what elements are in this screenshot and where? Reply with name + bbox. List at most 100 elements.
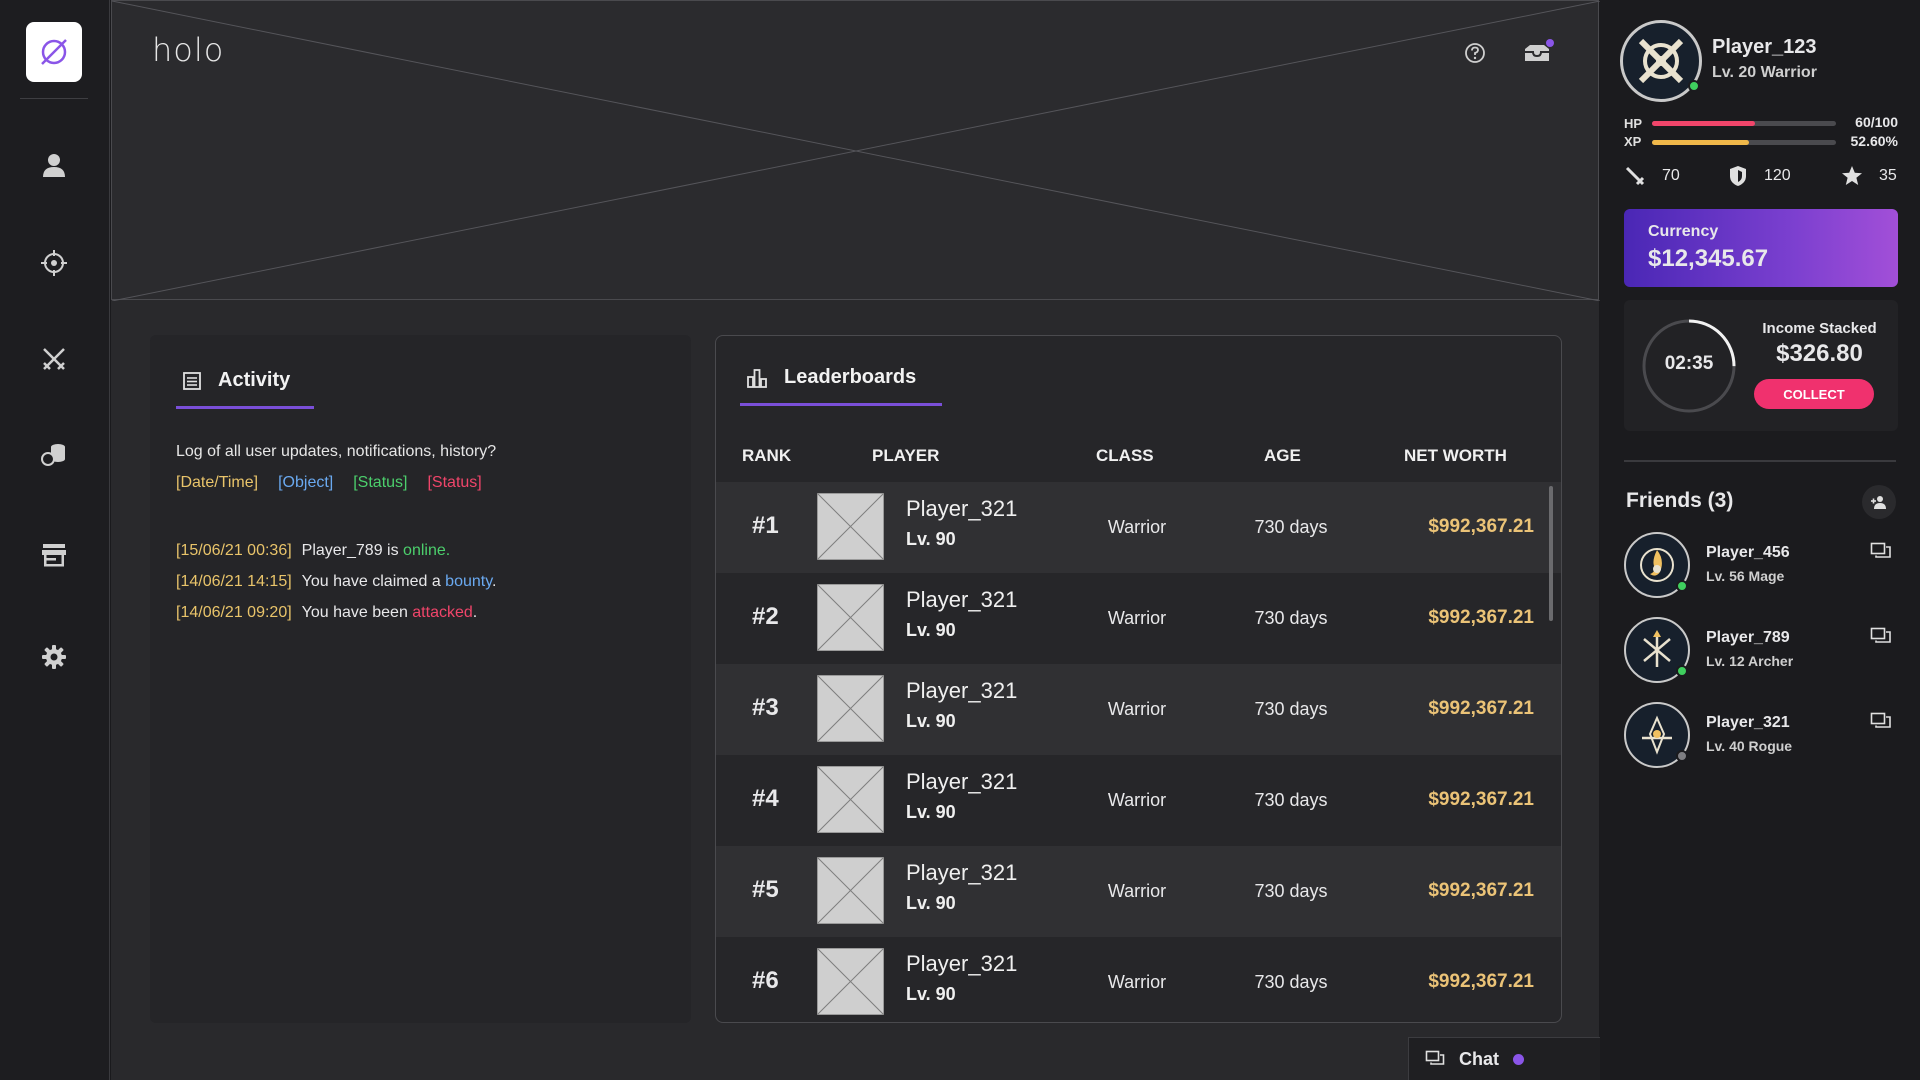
xp-label: XP	[1624, 134, 1642, 149]
inbox-icon[interactable]	[1522, 39, 1554, 67]
activity-description: Log of all user updates, notifications, …	[176, 443, 497, 460]
log-date: [14/06/21 09:20]	[176, 604, 292, 621]
crosshair-icon	[41, 250, 67, 276]
sidebar-divider	[1624, 460, 1896, 462]
log-object-link[interactable]: bounty	[445, 573, 492, 590]
table-row[interactable]: #4 Player_321 Lv. 90 Warrior 730 days $9…	[716, 755, 1561, 846]
tab-activity-label: Activity	[218, 369, 291, 391]
row-rank: #2	[752, 603, 779, 630]
table-row[interactable]: #2 Player_321 Lv. 90 Warrior 730 days $9…	[716, 573, 1561, 664]
log-date: [14/06/21 14:15]	[176, 573, 292, 590]
col-player[interactable]: PLAYER	[872, 446, 939, 466]
crossed-swords-icon	[43, 348, 65, 370]
tab-leaderboards[interactable]: Leaderboards	[740, 366, 942, 406]
log-entry: [14/06/21 14:15] You have claimed a boun…	[176, 573, 496, 604]
friend-name: Player_456	[1706, 544, 1790, 561]
income-label: Income Stacked	[1762, 320, 1877, 337]
row-player-name: Player_321	[906, 496, 1018, 521]
leaderboard-rows: #1 Player_321 Lv. 90 Warrior 730 days $9…	[716, 482, 1561, 1022]
defense-value: 120	[1764, 167, 1791, 184]
col-class[interactable]: CLASS	[1096, 446, 1154, 466]
table-row[interactable]: #1 Player_321 Lv. 90 Warrior 730 days $9…	[716, 482, 1561, 573]
brand-wordmark: holo	[152, 31, 225, 69]
row-player-level: Lv. 90	[906, 529, 956, 549]
table-row[interactable]: #3 Player_321 Lv. 90 Warrior 730 days $9…	[716, 664, 1561, 755]
rogue-emblem-icon	[1642, 715, 1672, 755]
log-status: online.	[403, 542, 451, 559]
message-icon[interactable]	[1870, 627, 1892, 647]
friend-item[interactable]: Player_321 Lv. 40 Rogue	[1624, 702, 1896, 770]
add-friend-button[interactable]	[1862, 485, 1896, 519]
row-age: 730 days	[1254, 517, 1328, 537]
nav-item-settings[interactable]	[35, 638, 73, 676]
friend-name: Player_789	[1706, 629, 1790, 646]
nav-item-profile[interactable]	[35, 146, 73, 184]
row-player-level: Lv. 90	[906, 893, 956, 913]
hp-bar-fill	[1652, 121, 1756, 126]
col-rank[interactable]: RANK	[742, 446, 791, 466]
main-content: holo Activity Log of all user updates, n…	[111, 0, 1708, 1080]
log-text: Player_789 is online.	[301, 542, 451, 559]
row-age: 730 days	[1254, 972, 1328, 992]
log-status: attacked	[412, 604, 473, 621]
leaderboard-panel: Leaderboards RANK PLAYER CLASS AGE NET W…	[715, 335, 1562, 1023]
log-entry: [14/06/21 09:20] You have been attacked.	[176, 604, 496, 635]
row-player-name: Player_321	[906, 587, 1018, 612]
row-net-worth: $992,367.21	[1428, 516, 1534, 537]
app-logo[interactable]	[26, 22, 82, 82]
leaderboard-scrollbar[interactable]	[1549, 486, 1553, 621]
player-avatar-placeholder	[817, 766, 884, 833]
table-row[interactable]: #5 Player_321 Lv. 90 Warrior 730 days $9…	[716, 846, 1561, 937]
row-rank: #3	[752, 694, 779, 721]
row-rank: #5	[752, 876, 779, 903]
nav-item-store[interactable]	[35, 536, 73, 574]
currency-card: Currency $12,345.67	[1624, 209, 1898, 287]
help-icon[interactable]	[1461, 39, 1489, 67]
row-player-name: Player_321	[906, 951, 1018, 976]
row-player-name: Player_321	[906, 860, 1018, 885]
sword-icon	[1625, 166, 1645, 186]
message-icon[interactable]	[1870, 542, 1892, 562]
row-class: Warrior	[1107, 517, 1167, 537]
legend-date: [Date/Time]	[176, 474, 259, 491]
row-class: Warrior	[1107, 881, 1167, 901]
player-avatar-placeholder	[817, 857, 884, 924]
table-row[interactable]: #6 Player_321 Lv. 90 Warrior 730 days $9…	[716, 937, 1561, 1022]
message-icon[interactable]	[1870, 712, 1892, 732]
activity-panel: Activity Log of all user updates, notifi…	[150, 335, 691, 1023]
log-entry: [15/06/21 00:36] Player_789 is online.	[176, 542, 496, 573]
attack-value: 70	[1662, 167, 1680, 184]
attack-stat: 70	[1624, 165, 1680, 187]
star-value: 35	[1879, 167, 1897, 184]
coins-icon	[41, 444, 65, 466]
nav-item-battle[interactable]	[35, 340, 73, 378]
friend-item[interactable]: Player_789 Lv. 12 Archer	[1624, 617, 1896, 685]
storefront-icon	[42, 544, 66, 567]
friend-item[interactable]: Player_456 Lv. 56 Mage	[1624, 532, 1896, 600]
row-player-level: Lv. 90	[906, 620, 956, 640]
left-nav	[0, 0, 110, 1080]
col-age[interactable]: AGE	[1264, 446, 1301, 466]
income-value: $326.80	[1776, 340, 1863, 367]
collect-button[interactable]: COLLECT	[1754, 379, 1874, 409]
nav-item-economy[interactable]	[35, 435, 73, 473]
legend-status-ok: [Status]	[353, 474, 408, 491]
chat-label: Chat	[1459, 1048, 1499, 1069]
row-age: 730 days	[1254, 608, 1328, 628]
banner-image-placeholder	[112, 1, 1600, 301]
log-text: You have claimed a bounty.	[301, 573, 497, 590]
nav-item-target[interactable]	[35, 244, 73, 282]
col-net-worth[interactable]: NET WORTH	[1404, 446, 1507, 466]
row-class: Warrior	[1107, 699, 1167, 719]
right-sidebar: Player_123 Lv. 20 Warrior HP 60/100 XP 5…	[1600, 0, 1920, 1080]
log-date: [15/06/21 00:36]	[176, 542, 292, 559]
gear-icon	[42, 645, 66, 669]
friend-level-class: Lv. 40 Rogue	[1706, 738, 1793, 754]
status-online-indicator	[1676, 580, 1688, 592]
row-rank: #1	[752, 512, 779, 539]
activity-legend: [Date/Time] [Object] [Status] [Status]	[176, 474, 482, 492]
player-level-class: Lv. 20 Warrior	[1712, 64, 1817, 81]
tab-activity[interactable]: Activity	[176, 369, 314, 409]
player-avatar-placeholder	[817, 493, 884, 560]
row-age: 730 days	[1254, 881, 1328, 901]
